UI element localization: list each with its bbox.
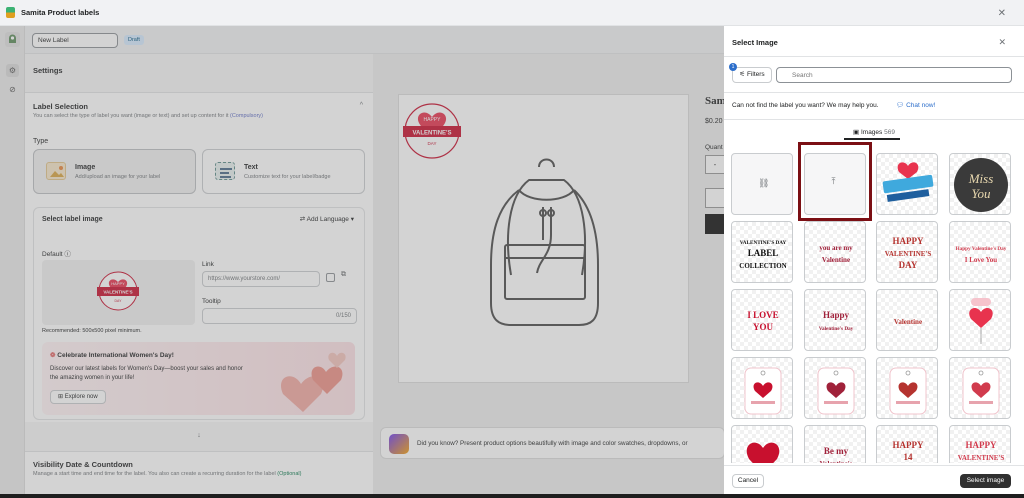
- title-bar: Samita Product labels ✕: [0, 0, 1024, 26]
- image-tile[interactable]: HAPPY VALENTINE'S DAY: [876, 221, 938, 283]
- tile-text: LABEL: [748, 248, 779, 258]
- help-text: Can not find the label you want? We may …: [732, 102, 879, 109]
- image-tile[interactable]: Be my Valentine's: [803, 425, 866, 463]
- tile-text: Happy: [822, 310, 849, 320]
- filters-count-badge: 1: [729, 63, 737, 71]
- chat-now-link[interactable]: 💬︎ Chat now!: [896, 101, 935, 109]
- cancel-button[interactable]: Cancel: [732, 474, 764, 488]
- tile-text: Valentine: [894, 318, 922, 326]
- app-window: Samita Product labels ✕ ⚙ ⊘ Draft Settin…: [0, 0, 1024, 494]
- image-tile[interactable]: [731, 357, 793, 419]
- select-image-panel: Select Image ✕ 1 ⚟ Filters ⌕ Can not fin…: [724, 26, 1024, 494]
- image-tile[interactable]: Miss You: [948, 153, 1011, 215]
- tile-text: VALENTINE'S: [957, 454, 1004, 462]
- tile-text: Valentine's Day: [818, 326, 853, 332]
- app-title: Samita Product labels: [21, 8, 100, 17]
- tile-text: You: [971, 186, 991, 201]
- gift-tag-art: [962, 367, 999, 415]
- image-tile[interactable]: [948, 357, 1011, 419]
- tile-text: HAPPY: [893, 236, 924, 246]
- tile-text: HAPPY: [893, 440, 924, 450]
- close-icon[interactable]: ✕: [998, 8, 1006, 19]
- tile-text: you are my: [819, 244, 853, 252]
- tile-text: VALENTINE'S: [885, 250, 932, 258]
- image-tile[interactable]: you are my Valentine: [803, 221, 866, 283]
- tile-text: Valentine's: [819, 460, 852, 463]
- tile-text: Valentine: [821, 256, 849, 264]
- image-tile[interactable]: [731, 425, 793, 463]
- image-tile[interactable]: Happy Valentine's Day: [803, 289, 866, 351]
- red-heart-art: [746, 442, 780, 463]
- image-tile[interactable]: [803, 357, 866, 419]
- tile-text: I LOVE: [747, 310, 778, 320]
- image-tile[interactable]: Happy Valentine's Day I Love You: [948, 221, 1011, 283]
- image-tile[interactable]: [876, 357, 938, 419]
- image-tile[interactable]: [876, 153, 938, 215]
- tile-text: COLLECTION: [739, 262, 786, 270]
- panel-title: Select Image: [732, 38, 778, 47]
- panel-footer: Cancel Select image: [724, 465, 1024, 494]
- search-input[interactable]: [776, 67, 1012, 83]
- tile-text: Miss: [967, 171, 993, 186]
- valentines-banner-art: [882, 162, 934, 202]
- image-tile[interactable]: Valentine: [876, 289, 938, 351]
- chat-icon: 💬︎: [896, 102, 907, 109]
- tab-underline: [844, 138, 900, 140]
- gift-tag-art: [889, 367, 927, 415]
- link-image-tile[interactable]: ⛓: [731, 153, 793, 215]
- tile-text: HAPPY: [965, 440, 996, 450]
- app-logo-icon: [6, 7, 15, 18]
- tile-text: Happy Valentine's Day: [955, 246, 1006, 252]
- image-grid: ⛓ ⤒ Miss You VALENTINE'S DAY LABEL COLLECTION y…: [731, 153, 1017, 463]
- tile-text: DAY: [899, 260, 918, 270]
- gift-tag-art: [817, 367, 854, 415]
- image-tile[interactable]: VALENTINE'S DAY LABEL COLLECTION: [731, 221, 793, 283]
- panel-close-icon[interactable]: ✕: [998, 37, 1006, 48]
- image-tile[interactable]: HAPPYVALENTINE'SDAY: [948, 425, 1011, 463]
- images-icon: ▣: [853, 129, 861, 136]
- tile-text: I Love You: [964, 256, 997, 264]
- heart-balloon-art: [968, 298, 993, 344]
- tile-text: VALENTINE'S DAY: [740, 240, 787, 246]
- image-tile[interactable]: [948, 289, 1011, 351]
- image-tile[interactable]: HAPPY14FEB: [876, 425, 938, 463]
- select-image-button[interactable]: Select image: [960, 474, 1011, 488]
- tile-text: 14: [904, 452, 914, 462]
- tab-images[interactable]: ▣ Images 569: [724, 128, 1024, 136]
- tile-text: YOU: [753, 322, 774, 332]
- filter-icon: ⚟: [739, 71, 747, 78]
- gift-tag-art: [744, 367, 782, 415]
- tile-text: Be my: [823, 446, 848, 456]
- modal-backdrop[interactable]: [0, 26, 724, 494]
- upload-image-tile[interactable]: ⤒: [803, 153, 866, 215]
- filters-button[interactable]: 1 ⚟ Filters: [729, 63, 772, 83]
- image-tile[interactable]: I LOVE YOU: [731, 289, 793, 351]
